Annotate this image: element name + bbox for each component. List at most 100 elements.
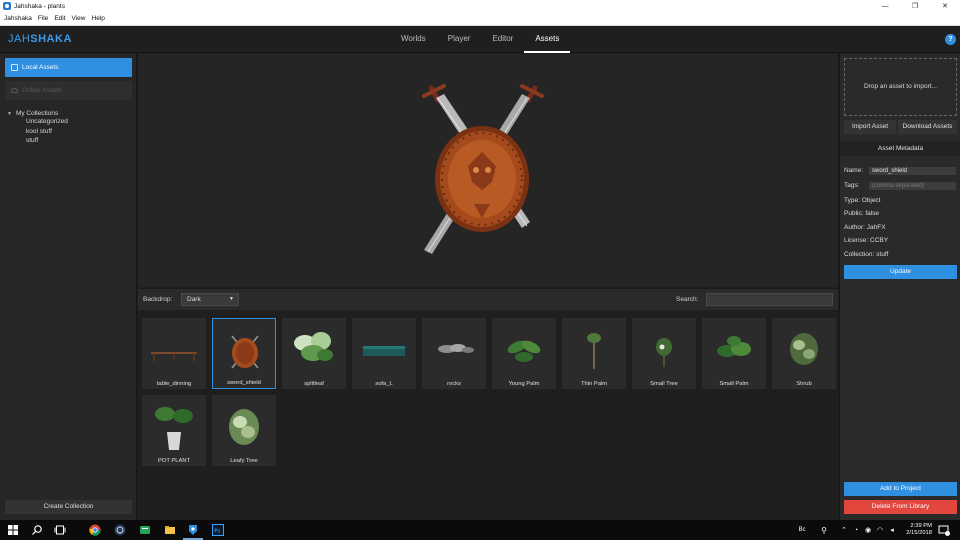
- cloud-icon: [11, 88, 18, 93]
- tab-editor[interactable]: Editor: [481, 26, 524, 53]
- asset-card[interactable]: splitleaf: [282, 318, 346, 389]
- close-button[interactable]: ✕: [930, 0, 960, 12]
- task-view-icon[interactable]: [54, 524, 66, 536]
- menu-bar: Jahshaka File Edit View Help: [0, 12, 960, 26]
- update-button[interactable]: Update: [844, 265, 957, 279]
- clock-time: 2:39 PM: [910, 523, 932, 529]
- app-tray-icon[interactable]: ◉: [862, 524, 874, 536]
- menu-file[interactable]: File: [38, 15, 48, 22]
- asset-card-selected[interactable]: sword_shield: [212, 318, 276, 389]
- maximize-button[interactable]: ❐: [900, 0, 930, 12]
- asset-card[interactable]: Young Palm: [492, 318, 556, 389]
- create-collection-button[interactable]: Create Collection: [5, 500, 132, 514]
- asset-preview-viewport[interactable]: [138, 54, 838, 287]
- chevron-up-icon[interactable]: ⌃: [838, 524, 850, 536]
- search-label: Search:: [676, 296, 699, 303]
- svg-text:Ps: Ps: [214, 529, 220, 535]
- import-dropzone[interactable]: Drop an asset to import...: [844, 58, 957, 116]
- messaging-app-icon[interactable]: [139, 524, 151, 536]
- table-thumb-icon: [151, 352, 197, 361]
- caret-down-icon[interactable]: ▼: [7, 111, 12, 117]
- system-clock[interactable]: 2:39 PM 2/15/2018: [906, 523, 932, 537]
- network-icon[interactable]: ◔: [850, 524, 862, 536]
- search-icon[interactable]: [31, 524, 43, 536]
- backdrop-label: Backdrop:: [143, 296, 173, 303]
- window-title: Jahshaka - plants: [14, 2, 65, 10]
- name-label: Name:: [844, 167, 864, 174]
- add-to-project-button[interactable]: Add to Project: [844, 482, 957, 496]
- collection-item[interactable]: kool stuff: [26, 127, 68, 137]
- asset-name: table_dinning: [156, 381, 192, 387]
- name-field[interactable]: sword_shield: [869, 167, 956, 175]
- sword-shield-preview: [422, 84, 544, 254]
- menu-jahshaka[interactable]: Jahshaka: [4, 15, 32, 22]
- menu-edit[interactable]: Edit: [54, 15, 65, 22]
- tab-worlds[interactable]: Worlds: [390, 26, 437, 53]
- metadata-header: Asset Metadata: [840, 141, 960, 156]
- rocks-thumb-icon: [438, 344, 474, 353]
- local-assets-button[interactable]: Local Assets: [5, 58, 132, 77]
- license-value: License: CCBY: [844, 237, 889, 244]
- windows-taskbar: Ps Bc ⚲ ⌃ ◔ ◉ ◠ ◂ 2:39 PM 2/15/2018: [0, 520, 960, 540]
- backdrop-select[interactable]: Dark ▼: [181, 293, 239, 306]
- chrome-icon[interactable]: [89, 524, 101, 536]
- collections-root[interactable]: ▼ My Collections: [7, 110, 68, 117]
- volume-icon[interactable]: ◂: [886, 524, 898, 536]
- folder-icon: [11, 64, 18, 71]
- menu-view[interactable]: View: [72, 15, 86, 22]
- import-asset-button[interactable]: Import Asset: [844, 120, 896, 134]
- asset-card[interactable]: Small Palm: [702, 318, 766, 389]
- author-value: Author: JahFX: [844, 224, 886, 231]
- collection-item[interactable]: stuff: [26, 136, 68, 146]
- notification-icon: [938, 525, 950, 536]
- file-explorer-icon[interactable]: [164, 524, 176, 536]
- jahshaka-logo: JAHSHAKA: [8, 33, 72, 45]
- steam-icon[interactable]: [114, 524, 126, 536]
- photoshop-icon[interactable]: Ps: [212, 524, 224, 536]
- tab-player[interactable]: Player: [437, 26, 482, 53]
- asset-toolbar: Backdrop: Dark ▼ Search:: [138, 288, 838, 310]
- minimize-button[interactable]: —: [870, 0, 900, 12]
- asset-name: rocks: [447, 381, 461, 387]
- menu-help[interactable]: Help: [92, 15, 105, 22]
- windows-start-icon[interactable]: [7, 524, 19, 536]
- asset-card[interactable]: Small Tree: [632, 318, 696, 389]
- delete-from-library-button[interactable]: Delete From Library: [844, 500, 957, 514]
- language-indicator[interactable]: Bc: [796, 524, 808, 536]
- asset-card[interactable]: rocks: [422, 318, 486, 389]
- plant-thumb-icon: [717, 336, 751, 357]
- local-assets-label: Local Assets: [22, 64, 59, 71]
- asset-card[interactable]: POT PLANT: [142, 395, 206, 466]
- asset-name: POT PLANT: [157, 458, 191, 464]
- download-assets-button[interactable]: Download Assets: [898, 120, 957, 134]
- dropdown-arrow-icon: ▼: [229, 296, 234, 302]
- search-input[interactable]: [706, 293, 833, 306]
- action-center-icon[interactable]: [938, 524, 950, 536]
- asset-card[interactable]: Shrub: [772, 318, 836, 389]
- sidebar: Local Assets Online Assets ▼ My Collecti…: [0, 54, 137, 520]
- online-assets-label: Online Assets: [22, 87, 62, 94]
- window-controls: — ❐ ✕: [870, 0, 960, 12]
- backdrop-value: Dark: [187, 296, 201, 303]
- help-button[interactable]: ?: [945, 34, 956, 45]
- asset-card[interactable]: Leafy Tree: [212, 395, 276, 466]
- asset-card[interactable]: Thin Palm: [562, 318, 626, 389]
- tab-assets[interactable]: Assets: [524, 26, 571, 53]
- shrub-thumb-icon: [229, 409, 259, 445]
- public-value: Public: false: [844, 210, 880, 217]
- online-assets-button[interactable]: Online Assets: [5, 81, 132, 100]
- asset-name: Young Palm: [508, 381, 540, 387]
- asset-card[interactable]: sofa_L: [352, 318, 416, 389]
- jahshaka-app-icon: [3, 2, 11, 10]
- wifi-icon[interactable]: ◠: [874, 524, 886, 536]
- asset-card[interactable]: table_dinning: [142, 318, 206, 389]
- collections-tree: ▼ My Collections Uncategorized kool stuf…: [7, 110, 68, 146]
- people-icon[interactable]: ⚲: [818, 524, 830, 536]
- jahshaka-taskbar-icon[interactable]: [187, 524, 199, 536]
- pot-plant-thumb-icon: [155, 407, 193, 450]
- tags-field[interactable]: (comma separated): [869, 182, 956, 190]
- asset-name: sofa_L: [375, 381, 393, 387]
- collection-item[interactable]: Uncategorized: [26, 117, 68, 127]
- shield-thumb-icon: [231, 335, 259, 369]
- collections-root-label: My Collections: [15, 110, 59, 117]
